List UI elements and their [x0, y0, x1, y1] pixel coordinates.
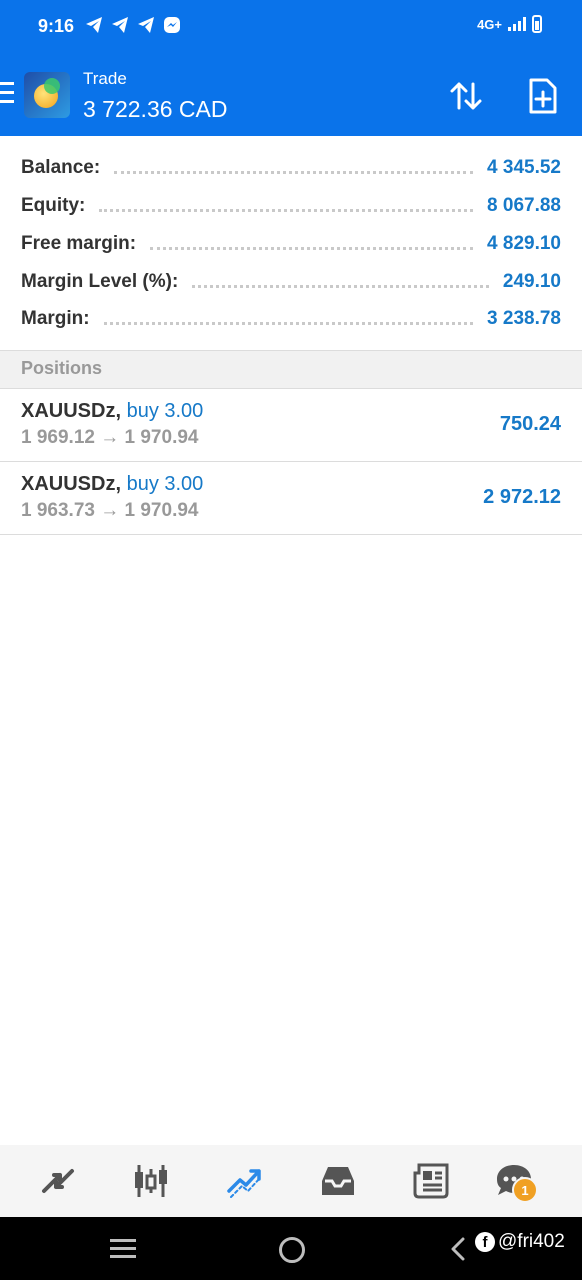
notification-icons: [84, 15, 182, 35]
dotted-leader: [114, 170, 474, 174]
system-navigation-bar: f @fri402: [0, 1217, 582, 1280]
telegram-icon: [138, 17, 154, 33]
facebook-icon: f: [475, 1232, 495, 1252]
watermark-text: @fri402: [498, 1231, 565, 1252]
equity-row: Equity: 8 067.88: [21, 193, 561, 219]
position-symbol: XAUUSDz,: [21, 473, 122, 495]
position-row[interactable]: XAUUSDz, buy 3.00 1 963.73 → 1 970.94 2 …: [0, 462, 582, 534]
position-profit: 750.24: [499, 413, 561, 435]
metatrader-icon: [24, 72, 70, 118]
account-summary: Balance: 4 345.52 Equity: 8 067.88 Free …: [0, 136, 582, 350]
position-symbol-line: XAUUSDz, buy 3.00: [21, 473, 203, 496]
history-icon[interactable]: [316, 1159, 360, 1203]
equity-value: 8 067.88: [487, 195, 561, 216]
position-side: buy 3.00: [126, 400, 204, 422]
news-icon[interactable]: [409, 1159, 453, 1203]
positions-section-header: Positions: [0, 351, 582, 388]
watermark: f @fri402: [475, 1231, 565, 1253]
dotted-leader: [192, 284, 489, 288]
recent-apps-icon[interactable]: [110, 1239, 136, 1263]
quotes-icon[interactable]: [36, 1159, 80, 1203]
signal-icon: [508, 17, 526, 31]
balance-value: 4 345.52: [487, 157, 561, 178]
battery-icon: [532, 15, 542, 33]
balance-row: Balance: 4 345.52: [21, 155, 561, 181]
hamburger-menu-icon[interactable]: [0, 82, 14, 104]
position-side: buy 3.00: [126, 473, 204, 495]
sort-arrows-icon[interactable]: [448, 78, 484, 114]
chat-icon[interactable]: 1: [492, 1159, 538, 1203]
status-time: 9:16: [38, 16, 75, 36]
messenger-icon: [164, 17, 180, 33]
position-symbol-line: XAUUSDz, buy 3.00: [21, 400, 203, 423]
free-margin-label: Free margin:: [21, 233, 137, 254]
position-profit: 2 972.12: [483, 486, 561, 508]
bottom-navigation: 1: [0, 1145, 582, 1217]
network-type: 4G+: [477, 16, 502, 32]
account-balance-title: 3 722.36 CAD: [83, 96, 228, 122]
position-row[interactable]: XAUUSDz, buy 3.00 1 969.12 → 1 970.94 75…: [0, 389, 582, 461]
chat-badge: 1: [512, 1177, 538, 1203]
new-order-icon[interactable]: [528, 78, 558, 114]
balance-label: Balance:: [21, 157, 101, 178]
status-bar: 9:16 4G+: [0, 0, 582, 56]
margin-level-label: Margin Level (%):: [21, 271, 179, 292]
trade-icon[interactable]: [222, 1159, 266, 1203]
free-margin-value: 4 829.10: [487, 233, 561, 254]
dotted-leader: [99, 208, 474, 212]
margin-level-value: 249.10: [502, 271, 561, 292]
home-icon[interactable]: [279, 1237, 305, 1263]
position-symbol: XAUUSDz,: [21, 400, 122, 422]
free-margin-row: Free margin: 4 829.10: [21, 231, 561, 257]
margin-label: Margin:: [21, 308, 90, 329]
dotted-leader: [103, 321, 474, 325]
position-prices: 1 963.73 → 1 970.94: [21, 500, 199, 521]
dotted-leader: [150, 246, 474, 250]
back-icon[interactable]: [450, 1237, 466, 1261]
telegram-icon: [86, 17, 102, 33]
telegram-icon: [112, 17, 128, 33]
positions-title: Positions: [21, 358, 103, 378]
status-right: 4G+: [477, 15, 542, 33]
divider: [0, 534, 582, 535]
chart-icon[interactable]: [129, 1159, 173, 1203]
margin-row: Margin: 3 238.78: [21, 306, 561, 332]
page-title: Trade: [83, 69, 127, 88]
margin-value: 3 238.78: [487, 308, 561, 329]
app-bar: Trade 3 722.36 CAD: [0, 56, 582, 136]
equity-label: Equity:: [21, 195, 86, 216]
position-prices: 1 969.12 → 1 970.94: [21, 427, 199, 448]
margin-level-row: Margin Level (%): 249.10: [21, 269, 561, 295]
